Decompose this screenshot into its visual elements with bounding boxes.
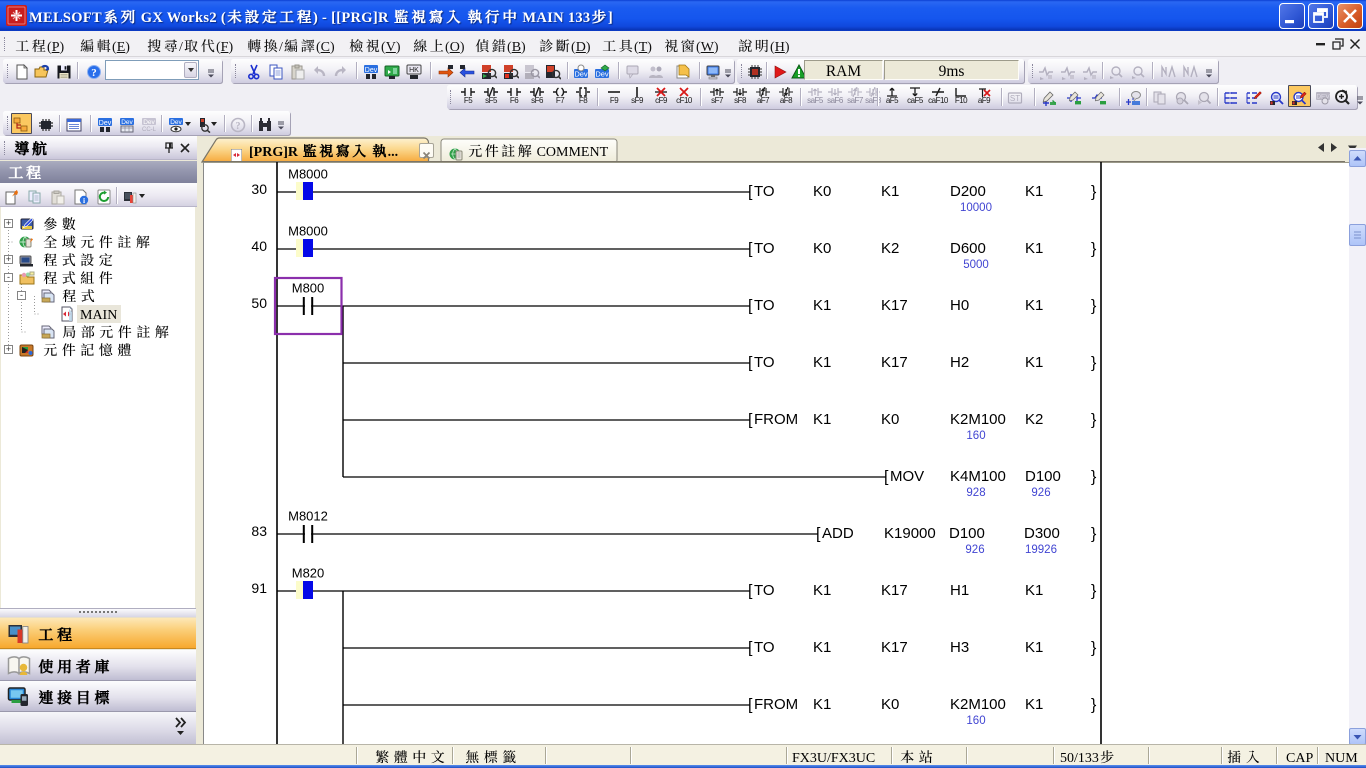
svg-text:[: [ xyxy=(748,298,753,315)
svg-text:H1: H1 xyxy=(950,582,969,599)
svg-text:K19000: K19000 xyxy=(884,525,936,542)
svg-text:K1: K1 xyxy=(1025,297,1043,314)
svg-text:K1: K1 xyxy=(813,354,831,371)
svg-text:i: i xyxy=(83,196,85,205)
svg-text:19926: 19926 xyxy=(1025,544,1057,556)
svg-text:K4M100: K4M100 xyxy=(950,468,1006,485)
svg-text:Dev: Dev xyxy=(595,70,609,79)
svg-text:TO: TO xyxy=(754,183,775,200)
svg-text:HK: HK xyxy=(409,67,419,74)
svg-text:K2: K2 xyxy=(881,240,899,257)
svg-text:}: } xyxy=(1091,184,1097,201)
svg-text:[: [ xyxy=(748,583,753,600)
svg-text:}: } xyxy=(1091,697,1097,714)
svg-text:[: [ xyxy=(748,184,753,201)
svg-text:}: } xyxy=(1091,469,1097,486)
svg-text:[: [ xyxy=(748,412,753,429)
svg-text:160: 160 xyxy=(966,430,985,442)
svg-text:30: 30 xyxy=(251,181,267,197)
svg-text:}: } xyxy=(1091,640,1097,657)
svg-text:ADD: ADD xyxy=(822,525,854,542)
svg-text:K1: K1 xyxy=(813,582,831,599)
svg-text:91: 91 xyxy=(251,580,267,596)
svg-text:TO: TO xyxy=(754,582,775,599)
svg-text:[: [ xyxy=(884,469,889,486)
svg-text:K17: K17 xyxy=(881,582,908,599)
svg-text:Dev: Dev xyxy=(121,119,133,126)
svg-text:K1: K1 xyxy=(813,411,831,428)
svg-text:D100: D100 xyxy=(949,525,985,542)
svg-text:926: 926 xyxy=(965,544,984,556)
svg-text:K17: K17 xyxy=(881,297,908,314)
svg-text:926: 926 xyxy=(1031,487,1050,499)
svg-text:[: [ xyxy=(748,697,753,714)
svg-text:[: [ xyxy=(748,241,753,258)
svg-text:FROM: FROM xyxy=(754,411,798,428)
svg-text:K1: K1 xyxy=(813,696,831,713)
svg-text:TO: TO xyxy=(754,240,775,257)
svg-text:K1: K1 xyxy=(881,183,899,200)
svg-text:[: [ xyxy=(748,355,753,372)
svg-text:K1: K1 xyxy=(813,639,831,656)
svg-text:K0: K0 xyxy=(813,183,831,200)
svg-text:D100: D100 xyxy=(1025,468,1061,485)
svg-text:ST: ST xyxy=(1010,94,1020,103)
svg-text:[: [ xyxy=(748,640,753,657)
svg-text:D300: D300 xyxy=(1024,525,1060,542)
svg-text:}: } xyxy=(1091,298,1097,315)
svg-text:M800: M800 xyxy=(292,281,325,296)
svg-text:K2M100: K2M100 xyxy=(950,696,1006,713)
svg-text:Dev: Dev xyxy=(170,119,182,126)
svg-text:40: 40 xyxy=(251,238,267,254)
svg-text:160: 160 xyxy=(966,715,985,727)
svg-text:TO: TO xyxy=(754,297,775,314)
svg-text:D600: D600 xyxy=(950,240,986,257)
svg-text:M8012: M8012 xyxy=(288,509,328,524)
svg-text:TO: TO xyxy=(754,639,775,656)
svg-text:5000: 5000 xyxy=(963,259,989,271)
svg-text:K0: K0 xyxy=(881,411,899,428)
svg-text:FROM: FROM xyxy=(754,696,798,713)
svg-text:K1: K1 xyxy=(813,297,831,314)
svg-text:CC-L: CC-L xyxy=(142,127,157,133)
svg-text:K2: K2 xyxy=(1025,411,1043,428)
svg-text:K2M100: K2M100 xyxy=(950,411,1006,428)
svg-text:H3: H3 xyxy=(950,639,969,656)
svg-text:K0: K0 xyxy=(813,240,831,257)
svg-text:}: } xyxy=(1091,241,1097,258)
svg-text:D200: D200 xyxy=(950,183,986,200)
svg-text:Dev: Dev xyxy=(99,120,112,127)
svg-text:TO: TO xyxy=(754,354,775,371)
svg-text:50: 50 xyxy=(251,295,267,311)
svg-text:83: 83 xyxy=(251,523,267,539)
svg-text:K1: K1 xyxy=(1025,240,1043,257)
svg-text:928: 928 xyxy=(966,487,985,499)
svg-text:}: } xyxy=(1091,355,1097,372)
svg-text:?: ? xyxy=(236,121,241,132)
svg-text:H0: H0 xyxy=(950,297,969,314)
svg-text:K1: K1 xyxy=(1025,183,1043,200)
svg-text:MOV: MOV xyxy=(890,468,924,485)
svg-text:?: ? xyxy=(91,67,97,79)
svg-text:K17: K17 xyxy=(881,354,908,371)
svg-text:[: [ xyxy=(816,526,821,543)
svg-text:K1: K1 xyxy=(1025,582,1043,599)
svg-text:M820: M820 xyxy=(292,566,325,581)
svg-text:10000: 10000 xyxy=(960,202,992,214)
svg-text:K1: K1 xyxy=(1025,354,1043,371)
svg-text:}: } xyxy=(1091,412,1097,429)
svg-text:}: } xyxy=(1091,526,1097,543)
svg-text:Dev: Dev xyxy=(365,67,378,74)
svg-text:K1: K1 xyxy=(1025,639,1043,656)
svg-text:Dev: Dev xyxy=(143,119,155,126)
svg-text:M8000: M8000 xyxy=(288,167,328,182)
svg-text:}: } xyxy=(1091,583,1097,600)
svg-text:H2: H2 xyxy=(950,354,969,371)
svg-text:K1: K1 xyxy=(1025,696,1043,713)
svg-text:M8000: M8000 xyxy=(288,224,328,239)
svg-text:K0: K0 xyxy=(881,696,899,713)
svg-text:K17: K17 xyxy=(881,639,908,656)
